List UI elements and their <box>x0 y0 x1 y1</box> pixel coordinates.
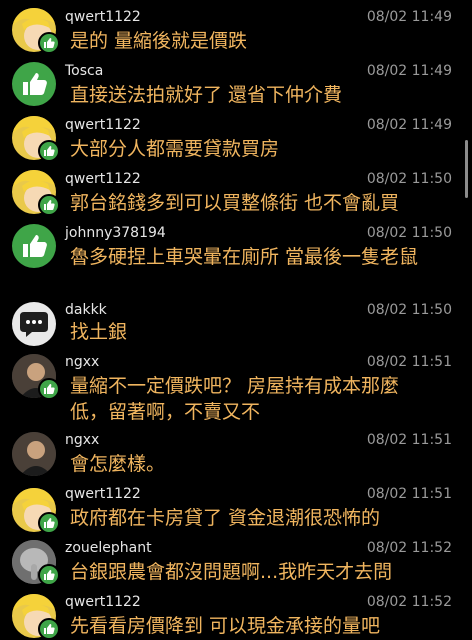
person-photo-icon <box>12 432 56 476</box>
comment-text: 是的 量縮後就是價跌 <box>70 30 248 52</box>
comment-text: 魯多硬捏上車哭暈在廁所 當最後一隻老鼠 <box>70 246 419 268</box>
comment-timestamp: 08/02 11:51 <box>366 432 452 448</box>
comment-list: qwert1122 08/02 11:49 是的 量縮後就是價跌 Tosca 0… <box>0 0 472 640</box>
like-badge-icon <box>38 512 60 534</box>
thumbs-up-icon <box>23 235 47 257</box>
avatar[interactable] <box>12 302 56 346</box>
like-badge-icon <box>38 564 60 586</box>
comment-username[interactable]: ngxx <box>65 432 99 448</box>
comment-username[interactable]: qwert1122 <box>65 171 141 187</box>
scrollbar[interactable] <box>465 140 468 198</box>
avatar[interactable] <box>12 432 56 476</box>
comment-text: 會怎麼樣。 <box>70 453 166 475</box>
like-badge-icon <box>38 32 60 54</box>
comment-timestamp: 08/02 11:50 <box>366 225 452 241</box>
comment-text: 台銀跟農會都沒問題啊...我昨天才去問 <box>70 561 393 583</box>
comment-text: 大部分人都需要貸款買房 <box>70 138 280 160</box>
comment-timestamp: 08/02 11:49 <box>366 63 452 79</box>
like-badge-icon <box>38 140 60 162</box>
comment-username[interactable]: Tosca <box>65 63 103 79</box>
comment-timestamp: 08/02 11:52 <box>366 540 452 556</box>
comment-timestamp: 08/02 11:50 <box>366 302 452 318</box>
comment-username[interactable]: dakkk <box>65 302 107 318</box>
comment-timestamp: 08/02 11:49 <box>366 117 452 133</box>
comment-text: 量縮不一定價跌吧？ 房屋持有成本那麼低，留著啊，不賣又不 <box>70 375 400 423</box>
like-badge-icon <box>38 618 60 640</box>
like-badge-icon <box>38 194 60 216</box>
comment-username[interactable]: qwert1122 <box>65 486 141 502</box>
comment-text: 直接送法拍就好了 還省下仲介費 <box>70 84 343 106</box>
comment-username[interactable]: qwert1122 <box>65 9 141 25</box>
comment-text: 政府都在卡房貸了 資金退潮很恐怖的 <box>70 507 381 529</box>
comment-username[interactable]: qwert1122 <box>65 117 141 133</box>
thumbs-up-icon <box>23 73 47 95</box>
comment-timestamp: 08/02 11:50 <box>366 171 452 187</box>
comment-username[interactable]: johnny378194 <box>65 225 166 241</box>
avatar[interactable] <box>12 62 56 106</box>
comment-timestamp: 08/02 11:49 <box>366 9 452 25</box>
comment-timestamp: 08/02 11:51 <box>366 486 452 502</box>
comment-timestamp: 08/02 11:52 <box>366 594 452 610</box>
comment-username[interactable]: qwert1122 <box>65 594 141 610</box>
comment-text: 找土銀 <box>70 321 128 343</box>
comment-username[interactable]: ngxx <box>65 354 99 370</box>
chat-bubble-icon <box>20 312 48 337</box>
comment-text: 先看看房價降到 可以現金承接的量吧 <box>70 615 381 637</box>
comment-username[interactable]: zouelephant <box>65 540 152 556</box>
comment-timestamp: 08/02 11:51 <box>366 354 452 370</box>
like-badge-icon <box>38 378 60 400</box>
comment-text: 郭台銘錢多到可以買整條街 也不會亂買 <box>70 192 400 214</box>
avatar[interactable] <box>12 224 56 268</box>
